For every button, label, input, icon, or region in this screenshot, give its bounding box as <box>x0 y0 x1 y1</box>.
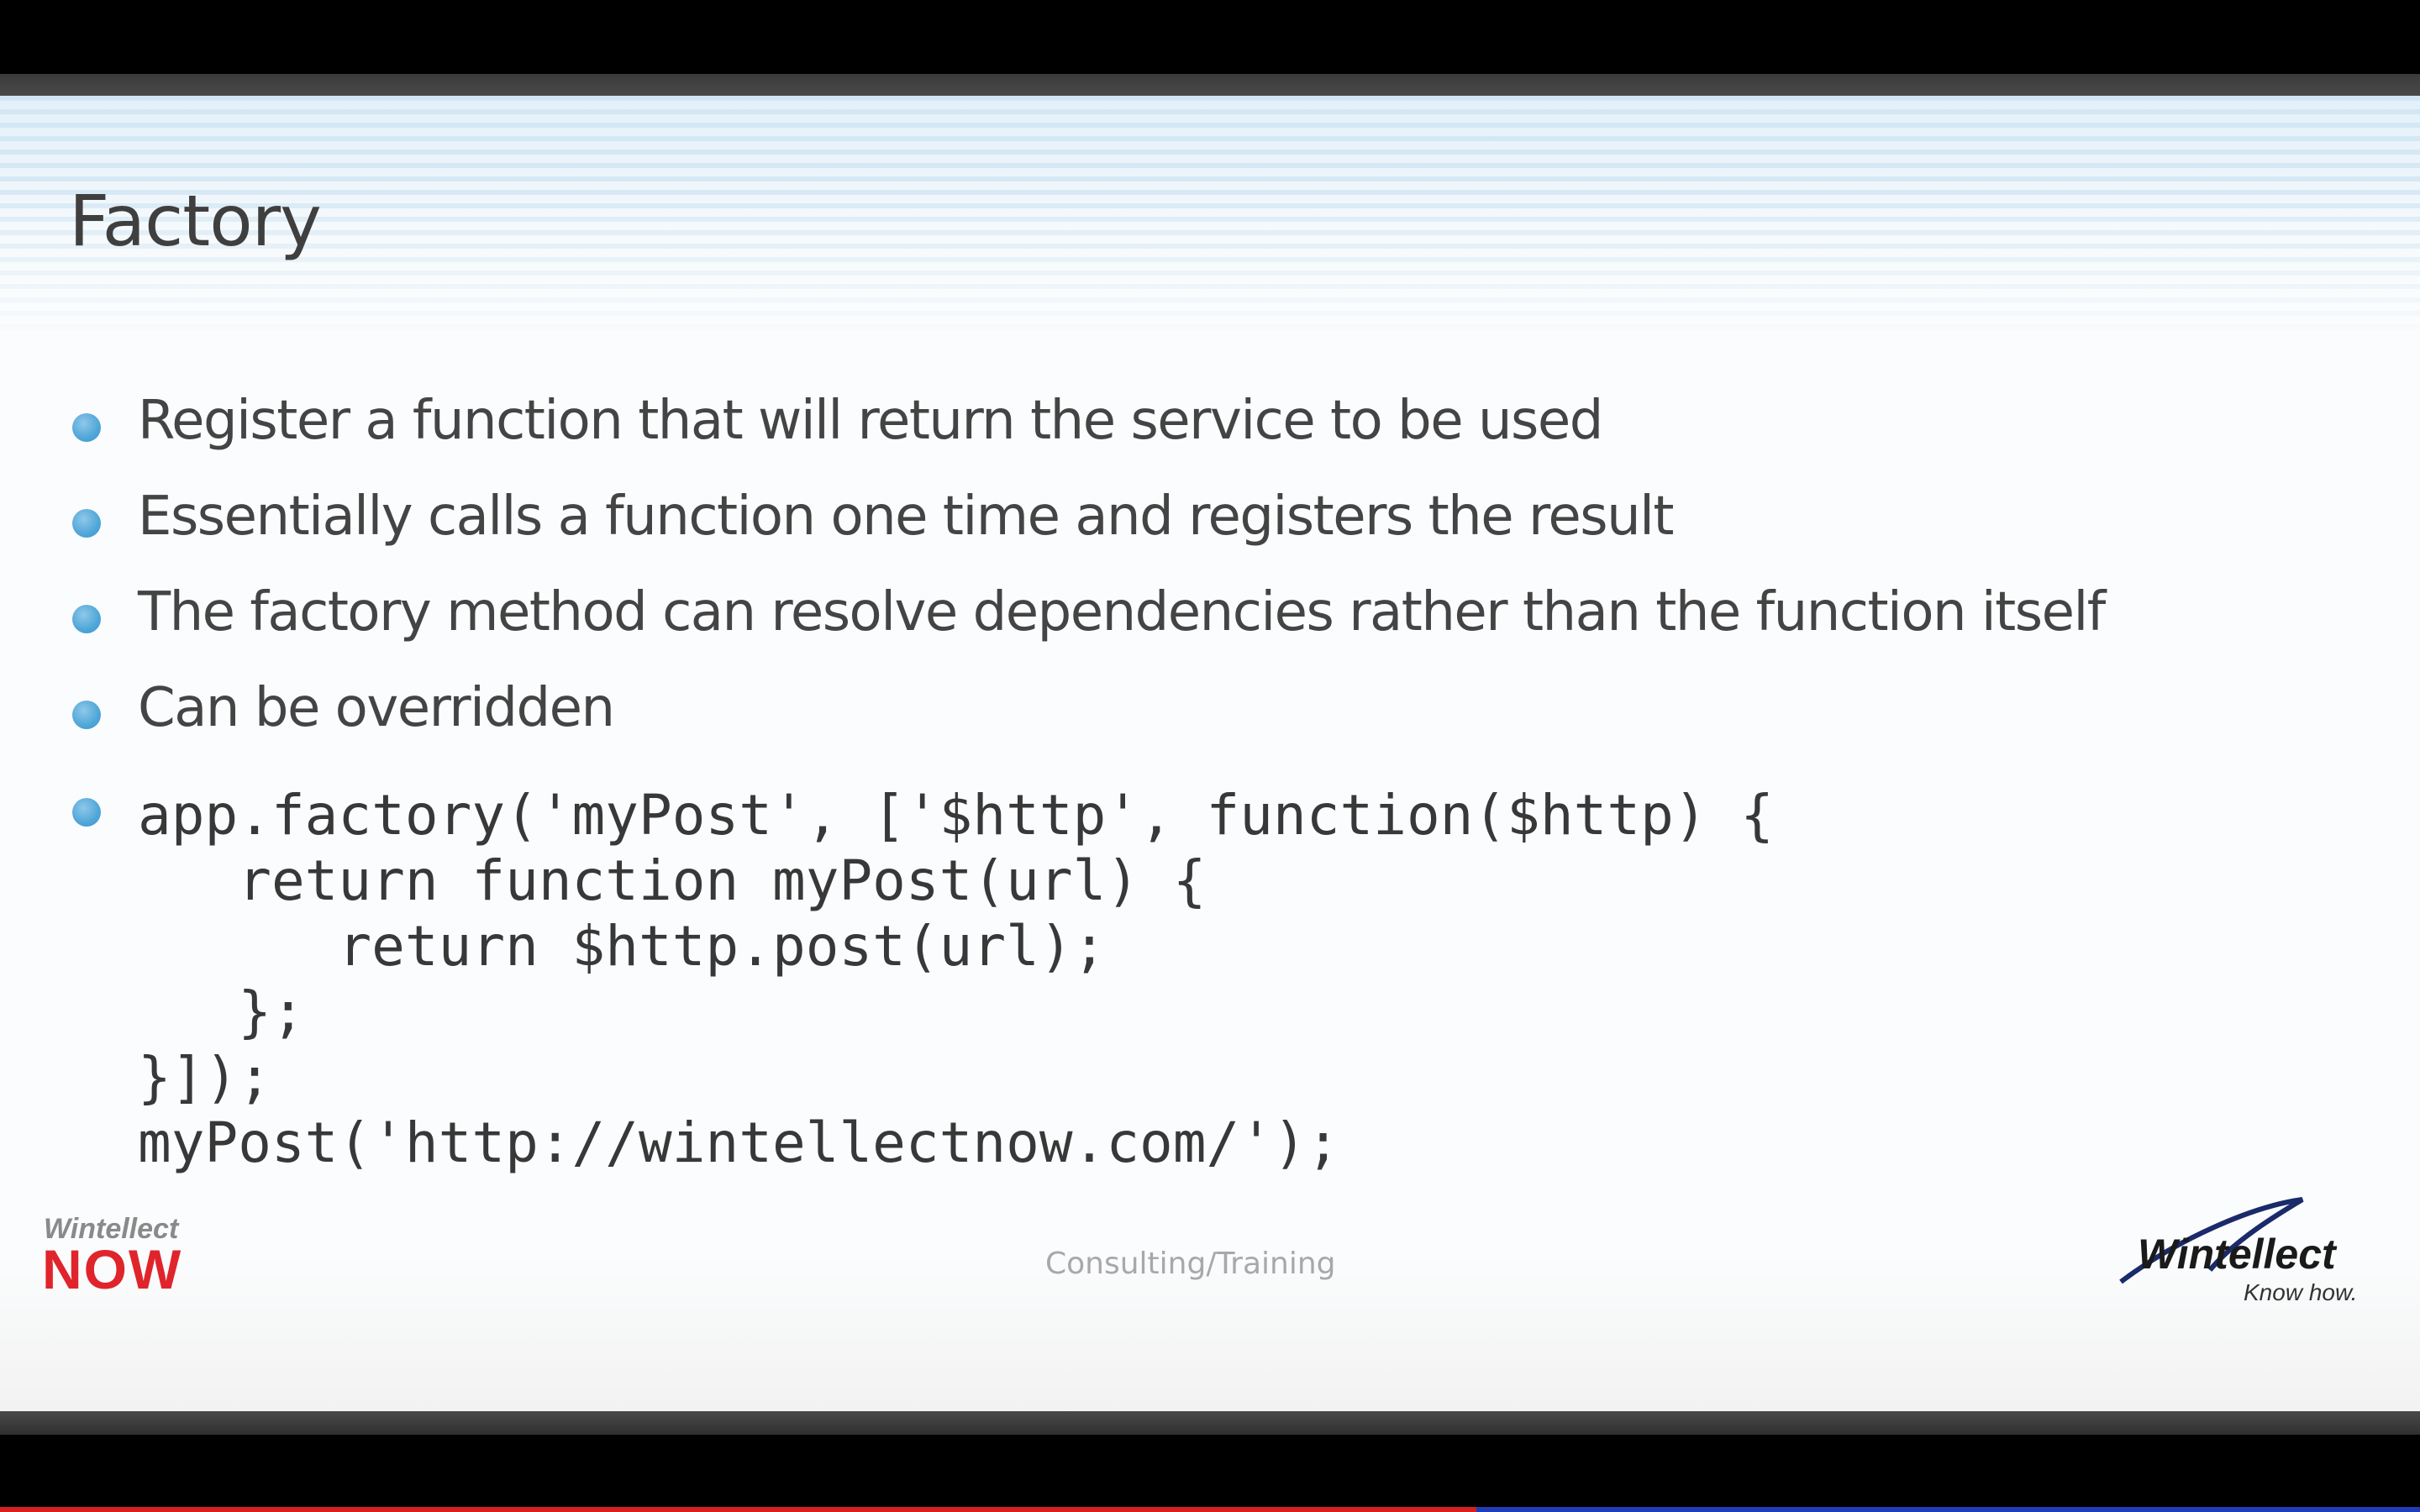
code-line: myPost('http://wintellectnow.com/'); <box>138 1110 1340 1175</box>
code-line: }; <box>138 979 305 1044</box>
video-frame[interactable]: Factory Register a function that will re… <box>0 0 2420 1512</box>
video-progress-bar[interactable] <box>0 1507 2420 1512</box>
bullet-dot-icon <box>72 798 101 827</box>
slide-top-edge <box>0 74 2420 96</box>
wintellect-now-logo: Wintellect NOW <box>42 1213 182 1294</box>
bullet-dot-icon <box>72 509 101 538</box>
right-logo-brand: Wintellect <box>2138 1231 2338 1278</box>
letterbox-bottom <box>0 1435 2420 1507</box>
code-line: }]); <box>138 1045 271 1110</box>
bullet-text: Register a function that will return the… <box>138 390 1603 452</box>
presentation-slide: Factory Register a function that will re… <box>0 96 2420 1411</box>
bullet-dot-icon <box>72 605 101 633</box>
letterbox-top <box>0 0 2420 74</box>
footer-center-text: Consulting/Training <box>1045 1247 1336 1281</box>
code-block: app.factory('myPost', ['$http', function… <box>138 783 1774 1176</box>
code-line: return function myPost(url) { <box>138 848 1207 913</box>
bullet-text: The factory method can resolve dependenc… <box>138 581 2106 643</box>
bullet-text: Can be overridden <box>138 677 615 739</box>
bullet-text: Essentially calls a function one time an… <box>138 486 1675 548</box>
left-logo-now-text: NOW <box>42 1238 182 1294</box>
wintellect-swoosh-logo: Wintellect Know how. <box>2119 1197 2357 1305</box>
bullet-dot-icon <box>72 413 101 442</box>
video-progress-fill <box>0 1507 1476 1512</box>
right-logo-tagline: Know how. <box>2244 1279 2357 1305</box>
bullet-dot-icon <box>72 701 101 729</box>
slide-bottom-edge <box>0 1411 2420 1435</box>
code-line: return $http.post(url); <box>138 914 1107 979</box>
bullet-list: Register a function that will return the… <box>0 96 2420 1411</box>
code-line: app.factory('myPost', ['$http', function… <box>138 783 1775 848</box>
